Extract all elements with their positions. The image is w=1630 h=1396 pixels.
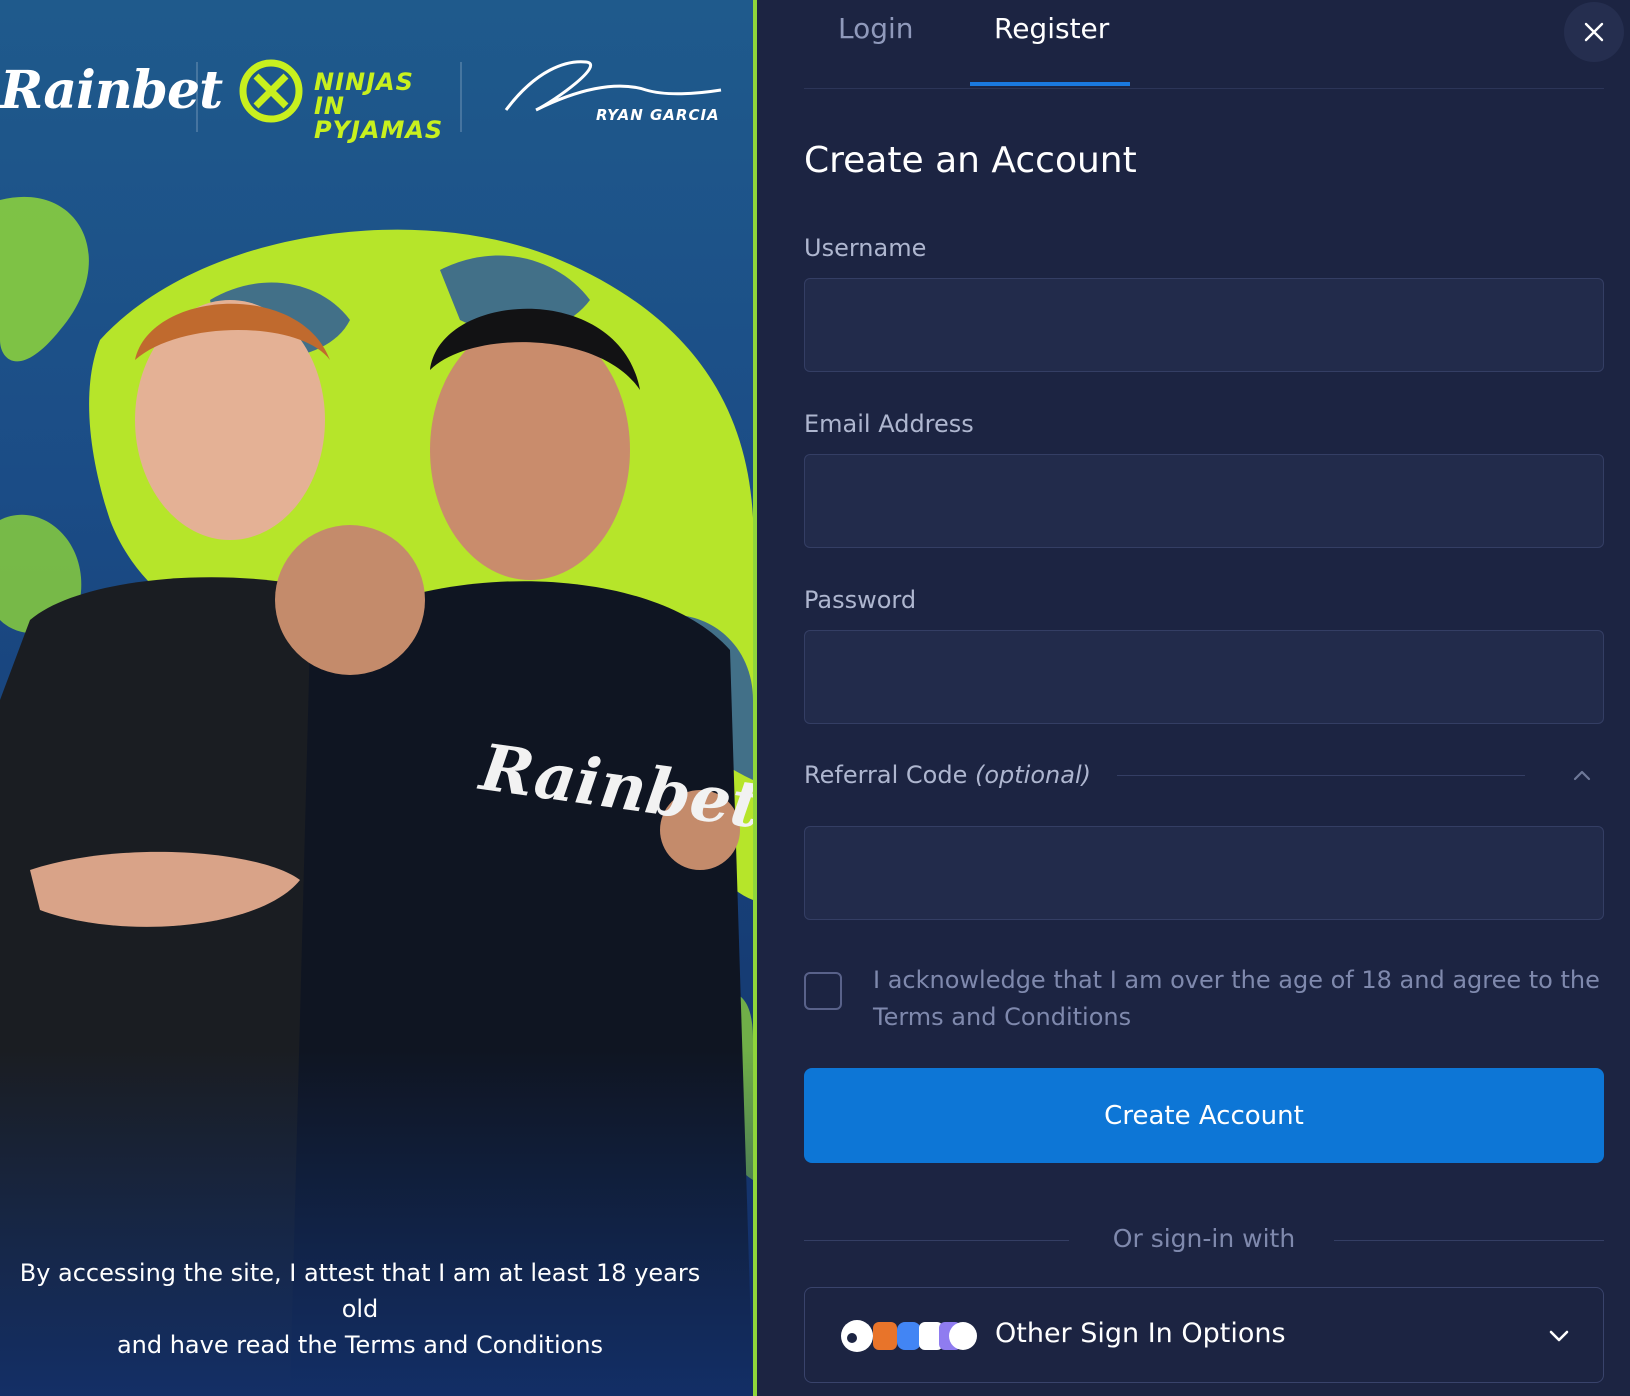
- disclaimer-line-2: and have read the Terms and Conditions: [116, 1331, 604, 1359]
- age-acknowledge-text: I acknowledge that I am over the age of …: [873, 966, 1600, 1031]
- page-title: Create an Account: [804, 140, 1137, 181]
- other-sign-in-options-dropdown[interactable]: Other Sign In Options: [804, 1287, 1604, 1383]
- referral-code-input[interactable]: [804, 826, 1604, 920]
- active-tab-indicator: [970, 82, 1130, 86]
- google-icon: [897, 1322, 921, 1350]
- referral-label: Referral Code (optional): [804, 761, 1091, 789]
- register-panel: Login Register Create an Account Usernam…: [757, 0, 1630, 1396]
- chevron-down-icon: [1549, 1330, 1569, 1342]
- tab-register[interactable]: Register: [994, 12, 1109, 45]
- age-disclaimer: By accessing the site, I attest that I a…: [0, 1255, 720, 1363]
- username-input[interactable]: [804, 278, 1604, 372]
- logo-divider: [196, 62, 198, 132]
- age-acknowledge-checkbox[interactable]: [804, 972, 842, 1010]
- email-input[interactable]: [804, 454, 1604, 548]
- promo-artwork: Rainbet: [0, 196, 753, 1396]
- referral-divider: [1117, 775, 1525, 776]
- sign-in-provider-icons: [841, 1320, 977, 1352]
- disclaimer-line-1: By accessing the site, I attest that I a…: [19, 1259, 701, 1323]
- ryan-garcia-text: RYAN GARCIA: [596, 106, 720, 124]
- nip-logo-text: NINJAS IN PYJAMAS: [314, 68, 444, 144]
- chevron-up-icon: [1573, 770, 1591, 781]
- logo-divider: [460, 62, 462, 132]
- close-icon: [1584, 22, 1604, 42]
- referral-optional-note: (optional): [974, 761, 1091, 789]
- password-input[interactable]: [804, 630, 1604, 724]
- steam-icon: [841, 1320, 873, 1352]
- nip-emblem-icon: [239, 59, 303, 123]
- auth-tabs: Login Register: [804, 0, 1604, 89]
- promo-panel: Rainbet Rainbet NINJAS IN PYJAMAS RYAN G…: [0, 0, 753, 1396]
- close-button[interactable]: [1564, 2, 1624, 62]
- referral-label-text: Referral Code: [804, 761, 968, 789]
- other-sign-in-options-label: Other Sign In Options: [995, 1318, 1286, 1349]
- username-label: Username: [804, 234, 927, 262]
- create-account-button[interactable]: Create Account: [804, 1068, 1604, 1163]
- password-label: Password: [804, 586, 917, 614]
- telegram-icon: [949, 1322, 977, 1350]
- partner-logos: Rainbet NINJAS IN PYJAMAS RYAN GARCIA: [0, 50, 753, 160]
- email-label: Email Address: [804, 410, 974, 438]
- rainbet-logo: Rainbet: [0, 60, 223, 121]
- metamask-icon: [873, 1322, 897, 1350]
- referral-collapse-toggle[interactable]: [1569, 763, 1595, 789]
- ryan-garcia-logo: RYAN GARCIA: [496, 50, 736, 140]
- ninjas-in-pyjamas-logo: NINJAS IN PYJAMAS: [236, 56, 442, 142]
- tab-login[interactable]: Login: [838, 12, 914, 45]
- or-sign-in-with-text: Or sign-in with: [1112, 1224, 1296, 1253]
